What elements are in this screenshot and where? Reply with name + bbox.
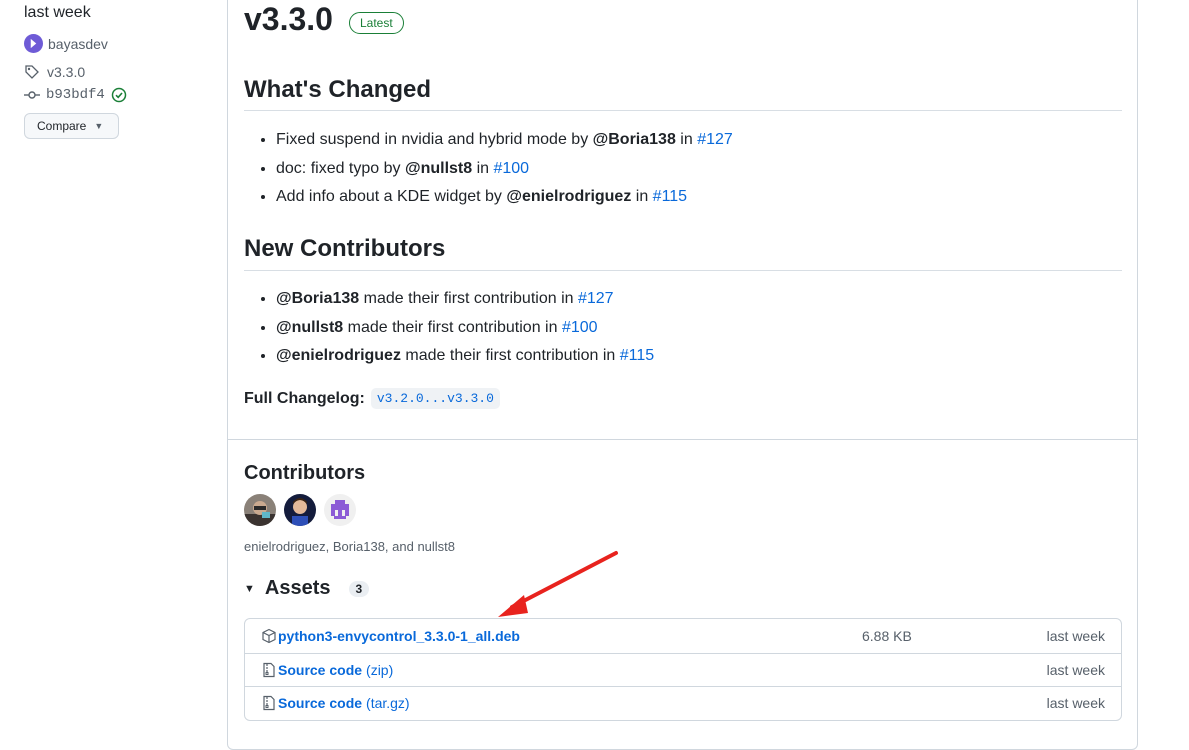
in-text: in xyxy=(472,159,494,177)
change-text: Add info about a KDE widget by xyxy=(276,188,507,205)
pr-link[interactable]: #100 xyxy=(562,319,598,336)
asset-size: 6.88 KB xyxy=(862,627,912,644)
latest-badge: Latest xyxy=(349,12,404,34)
asset-row: python3-envycontrol_3.3.0-1_all.deb 6.88… xyxy=(245,619,1121,653)
asset-download-link[interactable]: Source code xyxy=(278,662,362,678)
changelog-label: Full Changelog xyxy=(244,389,360,407)
release-commit[interactable]: b93bdf4 xyxy=(24,87,127,103)
caret-down-icon: ▼ xyxy=(244,582,255,595)
file-zip-icon xyxy=(263,662,275,677)
release-date: last week xyxy=(24,4,91,21)
asset-row: Source code (zip) last week xyxy=(245,652,1121,687)
commit-hash[interactable]: b93bdf4 xyxy=(46,87,105,103)
whats-changed-heading: What's Changed xyxy=(244,76,432,103)
user-link[interactable]: @Boria138 xyxy=(276,290,359,307)
assets-summary[interactable]: ▼ Assets 3 xyxy=(244,577,370,600)
in-text: in xyxy=(631,188,653,205)
contributor-names: enielrodriguez, Boria138, and nullst8 xyxy=(244,539,456,554)
list-item: Fixed suspend in nvidia and hybrid mode … xyxy=(276,126,733,155)
contribution-text: made their first contribution in xyxy=(359,290,578,307)
chevron-down-icon: ▼ xyxy=(94,121,104,131)
release-tag[interactable]: v3.3.0 xyxy=(24,64,85,80)
compare-label: Compare xyxy=(37,119,87,133)
pr-link[interactable]: #127 xyxy=(697,131,733,148)
pr-link[interactable]: #115 xyxy=(653,188,687,205)
asset-ext[interactable]: (zip) xyxy=(366,662,393,678)
changes-list: Fixed suspend in nvidia and hybrid mode … xyxy=(244,126,733,212)
asset-date: last week xyxy=(1046,695,1105,712)
list-item: @enielrodriguez made their first contrib… xyxy=(276,342,654,371)
asset-date: last week xyxy=(1046,627,1105,644)
new-contributors-list: @Boria138 made their first contribution … xyxy=(244,285,654,371)
user-link[interactable]: @enielrodriguez xyxy=(276,347,401,364)
list-item: doc: fixed typo by @nullst8 in #100 xyxy=(276,155,733,184)
in-text: in xyxy=(675,131,698,148)
assets-list: python3-envycontrol_3.3.0-1_all.deb 6.88… xyxy=(244,618,1122,721)
section-divider xyxy=(244,110,1122,111)
user-link[interactable]: @Boria138 xyxy=(593,131,676,148)
asset-download-link[interactable]: python3-envycontrol_3.3.0-1_all.deb xyxy=(278,628,520,644)
full-changelog: Full Changelog: v3.2.0...v3.3.0 xyxy=(244,388,500,409)
author-avatar-icon xyxy=(30,38,37,49)
user-link[interactable]: @nullst8 xyxy=(276,319,343,336)
compare-button[interactable]: Compare ▼ xyxy=(24,113,119,139)
new-contributors-heading: New Contributors xyxy=(244,235,446,262)
commit-icon xyxy=(24,91,40,99)
tag-label[interactable]: v3.3.0 xyxy=(47,64,85,80)
asset-ext[interactable]: (tar.gz) xyxy=(366,695,410,711)
list-item: @Boria138 made their first contribution … xyxy=(276,285,654,314)
file-zip-icon xyxy=(263,696,275,711)
tag-icon xyxy=(25,65,39,79)
contribution-text: made their first contribution in xyxy=(400,347,620,364)
user-link[interactable]: @enielrodriguez xyxy=(506,188,631,205)
assets-heading: Assets xyxy=(264,577,331,599)
list-item: @nullst8 made their first contribution i… xyxy=(276,314,654,343)
pr-link[interactable]: #127 xyxy=(578,290,614,307)
avatar[interactable] xyxy=(324,494,356,526)
section-divider xyxy=(244,270,1122,271)
verified-check-icon xyxy=(111,87,127,103)
pr-link[interactable]: #100 xyxy=(493,160,529,177)
list-item: Add info about a KDE widget by @enielrod… xyxy=(276,183,733,212)
card-divider xyxy=(228,439,1137,440)
avatar[interactable] xyxy=(244,494,276,526)
contributor-avatar-image xyxy=(284,494,316,526)
contributor-avatars xyxy=(244,494,356,526)
contribution-text: made their first contribution in xyxy=(343,318,562,336)
change-text: doc: fixed typo by xyxy=(276,159,405,177)
asset-download-link[interactable]: Source code xyxy=(278,695,362,711)
asset-date: last week xyxy=(1046,661,1105,678)
package-icon xyxy=(262,628,276,643)
avatar[interactable] xyxy=(284,494,316,526)
contributor-avatar-image xyxy=(244,494,276,526)
change-text: Fixed suspend in nvidia and hybrid mode … xyxy=(276,131,593,148)
assets-count-badge: 3 xyxy=(348,580,370,597)
release-card: v3.3.0 Latest What's Changed Fixed suspe… xyxy=(227,0,1138,750)
release-author[interactable]: bayasdev xyxy=(24,34,108,53)
changelog-colon: : xyxy=(359,389,365,407)
pr-link[interactable]: #115 xyxy=(620,347,654,364)
author-name[interactable]: bayasdev xyxy=(48,36,108,52)
release-title[interactable]: v3.3.0 xyxy=(244,1,333,38)
contributor-avatar-image xyxy=(324,494,356,526)
annotation-arrow-icon xyxy=(498,551,618,617)
asset-row: Source code (tar.gz) last week xyxy=(245,686,1121,720)
changelog-compare-link[interactable]: v3.2.0...v3.3.0 xyxy=(370,388,500,409)
author-avatar[interactable] xyxy=(24,34,43,53)
user-link[interactable]: @nullst8 xyxy=(405,160,472,177)
contributors-heading: Contributors xyxy=(244,462,366,484)
